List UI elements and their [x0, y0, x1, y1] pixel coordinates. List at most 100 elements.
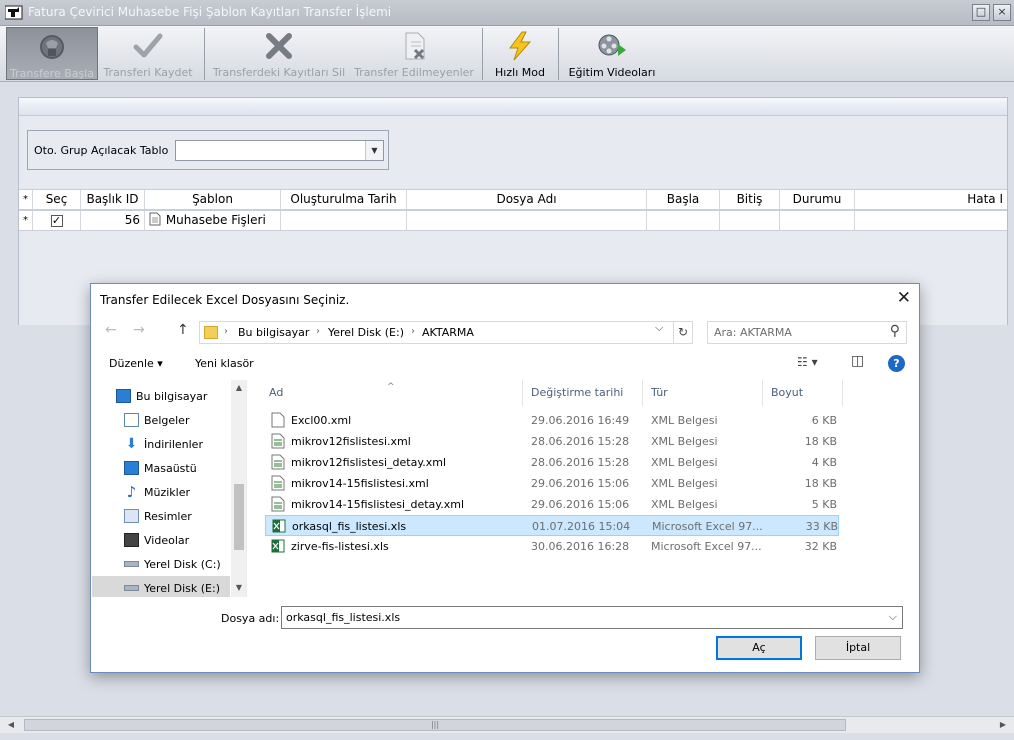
document-x-icon	[405, 32, 425, 60]
desktop-icon	[124, 461, 139, 475]
scroll-left-arrow-icon[interactable]: ◀	[4, 719, 18, 731]
breadcrumb-this-pc[interactable]: Bu bilgisayar	[238, 326, 309, 339]
forward-arrow-icon[interactable]: →	[133, 322, 145, 338]
tree-item-label: Yerel Disk (E:)	[144, 582, 220, 595]
file-type: XML Belgesi	[651, 498, 718, 511]
fast-mode-button[interactable]: Hızlı Mod	[488, 27, 552, 80]
column-header-error[interactable]: Hata I	[855, 190, 1007, 209]
file-modified: 29.06.2016 15:06	[531, 498, 630, 511]
not-transferred-label: Transfer Edilmeyenler	[354, 66, 474, 79]
save-transfer-button[interactable]: Transferi Kaydet	[102, 27, 194, 80]
tree-item-label: Videolar	[144, 534, 190, 547]
filename-dropdown-icon[interactable]: ⌵	[889, 610, 897, 624]
row-status	[780, 211, 855, 230]
tree-item-documents[interactable]: Belgeler	[92, 408, 230, 432]
file-row[interactable]: mikrov14-15fislistesi_detay.xml 29.06.20…	[265, 494, 839, 515]
breadcrumb-local-disk-e[interactable]: Yerel Disk (E:)	[328, 326, 404, 339]
close-button[interactable]: ×	[993, 4, 1011, 21]
column-header-name[interactable]: Ad ^	[261, 380, 523, 406]
tree-item-label: Müzikler	[144, 486, 191, 499]
back-arrow-icon[interactable]: ←	[105, 322, 117, 338]
file-row-selected[interactable]: orkasql_fis_listesi.xls 01.07.2016 15:04…	[265, 515, 839, 536]
tree-item-videos[interactable]: Videolar	[92, 528, 230, 552]
not-transferred-button[interactable]: Transfer Edilmeyenler	[352, 27, 476, 80]
horizontal-scrollbar[interactable]: ◀ ||| ▶	[0, 716, 1014, 733]
tree-item-drive-c[interactable]: Yerel Disk (C:)	[92, 552, 230, 576]
grid-header: * Seç Başlık ID Şablon Oluşturulma Tarih…	[19, 189, 1007, 210]
open-button[interactable]: Aç	[716, 636, 802, 660]
file-row[interactable]: mikrov12fislistesi_detay.xml 28.06.2016 …	[265, 452, 839, 473]
refresh-icon[interactable]: ↻	[673, 321, 693, 344]
file-row[interactable]: zirve-fis-listesi.xls 30.06.2016 16:28 M…	[265, 536, 839, 557]
breadcrumb-separator: ›	[224, 326, 228, 337]
document-icon	[149, 212, 161, 226]
column-header-template[interactable]: Şablon	[145, 190, 281, 209]
file-row[interactable]: Excl00.xml 29.06.2016 16:49 XML Belgesi …	[265, 410, 839, 431]
open-file-dialog: Transfer Edilecek Excel Dosyasını Seçini…	[90, 283, 920, 673]
tree-item-downloads[interactable]: ⬇ İndirilenler	[92, 432, 230, 456]
breadcrumb-separator: ›	[316, 326, 320, 337]
column-header-size[interactable]: Boyut	[763, 380, 843, 406]
file-size: 4 KB	[811, 456, 837, 469]
row-id: 56	[81, 211, 145, 230]
tree-item-this-pc[interactable]: Bu bilgisayar	[92, 384, 230, 408]
address-bar[interactable]: › Bu bilgisayar › Yerel Disk (E:) › AKTA…	[199, 321, 691, 344]
xml-file-icon	[271, 454, 285, 470]
tree-item-pictures[interactable]: Resimler	[92, 504, 230, 528]
tree-scrollbar[interactable]: ▲ ▼	[231, 380, 246, 597]
tree-item-drive-e[interactable]: Yerel Disk (E:)	[92, 576, 230, 597]
checkbox-checked[interactable]: ✓	[50, 214, 63, 227]
file-row[interactable]: mikrov12fislistesi.xml 28.06.2016 15:28 …	[265, 431, 839, 452]
column-header-status[interactable]: Durumu	[780, 190, 855, 209]
file-modified: 29.06.2016 16:49	[531, 414, 630, 427]
column-header-select[interactable]: Seç	[33, 190, 81, 209]
preview-pane-icon[interactable]: ◫	[851, 353, 864, 369]
dialog-close-icon[interactable]: ✕	[897, 288, 911, 308]
column-header-name-label: Ad	[269, 386, 284, 399]
breadcrumb-aktarma[interactable]: AKTARMA	[422, 326, 474, 339]
scroll-down-arrow-icon[interactable]: ▼	[231, 580, 246, 596]
column-header-start[interactable]: Başla	[647, 190, 720, 209]
auto-group-table-combo[interactable]: ▼	[175, 140, 384, 161]
new-folder-button[interactable]: Yeni klasör	[195, 357, 254, 370]
training-videos-button[interactable]: Eğitim Videoları	[564, 27, 660, 80]
search-icon[interactable]: ⚲	[890, 323, 900, 339]
breadcrumb-separator: ›	[411, 326, 415, 337]
tree-scroll-thumb[interactable]	[234, 484, 244, 550]
up-arrow-icon[interactable]: ↑	[177, 322, 189, 338]
column-header-id[interactable]: Başlık ID	[81, 190, 145, 209]
file-row[interactable]: mikrov14-15fislistesi.xml 29.06.2016 15:…	[265, 473, 839, 494]
column-header-file[interactable]: Dosya Adı	[407, 190, 647, 209]
dialog-title: Transfer Edilecek Excel Dosyasını Seçini…	[100, 293, 350, 307]
scroll-right-arrow-icon[interactable]: ▶	[996, 719, 1010, 731]
restore-button[interactable]: □	[972, 4, 990, 21]
filename-input[interactable]: orkasql_fis_listesi.xls ⌵	[281, 606, 903, 629]
column-header-created[interactable]: Oluşturulma Tarih	[281, 190, 407, 209]
file-type: Microsoft Excel 97...	[651, 540, 762, 553]
view-options-icon[interactable]: ☷ ▾	[797, 355, 818, 369]
start-transfer-button[interactable]: Transfere Başla	[6, 27, 98, 80]
table-row[interactable]: * ✓ 56 Muhasebe Fişleri	[19, 210, 1007, 231]
xml-file-icon	[271, 496, 285, 512]
scroll-thumb[interactable]: |||	[24, 719, 846, 731]
delete-records-button[interactable]: Transferdeki Kayıtları Sil	[212, 27, 346, 80]
address-dropdown-icon[interactable]: ⌵	[655, 321, 663, 335]
scroll-up-arrow-icon[interactable]: ▲	[231, 380, 246, 396]
organize-button[interactable]: Düzenle ▾	[109, 357, 163, 370]
filename-label: Dosya adı:	[221, 612, 280, 625]
file-type: XML Belgesi	[651, 414, 718, 427]
tree-item-music[interactable]: ♪ Müzikler	[92, 480, 230, 504]
help-icon[interactable]: ?	[888, 355, 905, 372]
toolbar-separator	[482, 28, 483, 80]
column-header-type[interactable]: Tür	[643, 380, 763, 406]
tree-item-desktop[interactable]: Masaüstü	[92, 456, 230, 480]
row-select-checkbox[interactable]: ✓	[33, 211, 81, 230]
chevron-down-icon[interactable]: ▼	[365, 141, 383, 160]
search-input[interactable]: Ara: AKTARMA ⚲	[707, 321, 907, 344]
column-header-end[interactable]: Bitiş	[720, 190, 780, 209]
column-header-modified[interactable]: Değiştirme tarihi	[523, 380, 643, 406]
videos-icon	[124, 533, 139, 547]
file-type: XML Belgesi	[651, 456, 718, 469]
cancel-button[interactable]: İptal	[815, 636, 901, 660]
row-template-label: Muhasebe Fişleri	[165, 213, 266, 227]
